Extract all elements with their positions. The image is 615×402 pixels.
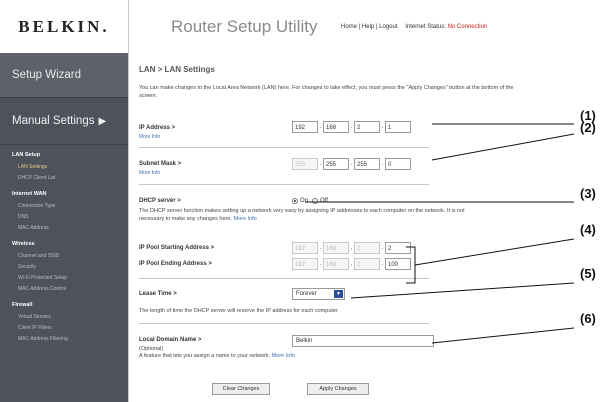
router-ui: BELKIN. Router Setup Utility Home | Help… [0,0,575,402]
apply-changes-button[interactable]: Apply Changes [307,383,369,395]
help-link[interactable]: Help [362,24,374,30]
logout-link[interactable]: Logout [379,24,397,30]
divider [139,147,429,148]
sidebar-section-wan[interactable]: Internet WAN [0,188,128,201]
pool-end-octet-3: 2 [354,258,380,270]
manual-settings-item[interactable]: Manual Settings ▶ [0,98,128,145]
divider [139,278,429,279]
dhcp-description: The DHCP server function makes setting u… [139,207,479,223]
logo-area: BELKIN. [0,0,128,53]
domain-more-info-link[interactable]: More Info [272,353,295,359]
sidebar-item-dhcp-client-list[interactable]: DHCP Client List [0,173,128,184]
sidebar: Setup Wizard Manual Settings ▶ LAN Setup… [0,53,128,402]
pool-start-octet-4[interactable]: 2 [385,242,411,254]
dhcp-off-radio[interactable] [312,198,319,204]
lease-time-value: Forever [296,291,317,297]
mask-more-info-link[interactable]: More Info [139,170,160,176]
clear-changes-button[interactable]: Clear Changes [212,383,270,395]
pool-end-field: 192. 168. 2. 100 [292,258,411,270]
intro-text: You can make changes to the Local Area N… [139,85,514,99]
dhcp-more-info-link[interactable]: More Info [233,216,256,222]
pool-end-octet-4[interactable]: 100 [385,258,411,270]
app-title: Router Setup Utility [171,17,318,36]
pool-end-octet-2: 168 [323,258,349,270]
sidebar-item-wps[interactable]: Wi-Fi Protected Setup [0,273,128,284]
chevron-down-icon: ▼ [334,290,343,298]
sidebar-item-security[interactable]: Security [0,262,128,273]
lease-time-label: Lease Time > [139,291,177,297]
subnet-mask-label: Subnet Mask > [139,161,182,167]
dhcp-on-label: On [300,198,309,204]
sidebar-item-connection-type[interactable]: Connection Type [0,201,128,212]
arrow-right-icon: ▶ [98,115,107,127]
callout-4: (4) [580,222,596,237]
pool-start-label: IP Pool Starting Address > [139,245,215,251]
sidebar-item-mac-filtering[interactable]: MAC Address Filtering [0,334,128,345]
sidebar-item-dns[interactable]: DNS [0,212,128,223]
dhcp-server-label: DHCP server > [139,198,181,204]
dhcp-description-text: The DHCP server function makes setting u… [139,208,465,222]
home-link[interactable]: Home [341,24,357,30]
sidebar-section-lan[interactable]: LAN Setup [0,149,128,162]
pool-start-octet-1: 192 [292,242,318,254]
sidebar-item-virtual-servers[interactable]: Virtual Servers [0,312,128,323]
mask-octet-4[interactable]: 0 [385,158,411,170]
lease-time-select[interactable]: Forever ▼ [292,288,345,300]
mask-octet-3[interactable]: 255 [354,158,380,170]
callout-6: (6) [580,311,596,326]
sidebar-item-lan-settings[interactable]: LAN Settings [0,162,128,173]
internet-status-value: No Connection [447,24,488,30]
sidebar-item-mac-address[interactable]: MAC Address [0,223,128,234]
pool-end-label: IP Pool Ending Address > [139,261,212,267]
dhcp-off-label: Off [320,198,328,204]
sidebar-section-wireless[interactable]: Wireless [0,238,128,251]
domain-name-input[interactable]: Belkin [292,335,434,347]
top-links: Home | Help | Logout Internet Status: No… [341,24,488,30]
mask-octet-1: 255 [292,158,318,170]
divider [139,323,429,324]
sidebar-section-firewall[interactable]: Firewall [0,299,128,312]
sidebar-item-client-ip-filters[interactable]: Client IP Filters [0,323,128,334]
lease-description: The length of time the DHCP server will … [139,308,338,314]
callout-3: (3) [580,186,596,201]
ip-more-info-link[interactable]: More Info [139,134,160,140]
pool-end-octet-1: 192 [292,258,318,270]
ip-address-field: 192. 168. 2. 1 [292,121,411,133]
pool-start-field: 192. 168. 2. 2 [292,242,411,254]
ip-octet-2[interactable]: 168 [323,121,349,133]
dhcp-on-radio[interactable] [292,198,298,204]
pool-start-octet-2: 168 [323,242,349,254]
header: Router Setup Utility Home | Help | Logou… [128,0,575,53]
main-content: LAN > LAN Settings You can make changes … [128,53,575,402]
pool-start-octet-3: 2 [354,242,380,254]
mask-octet-2[interactable]: 255 [323,158,349,170]
dhcp-radio-group: On Off [292,198,328,204]
setup-wizard-item[interactable]: Setup Wizard [0,53,128,98]
sidebar-item-channel-ssid[interactable]: Channel and SSID [0,251,128,262]
ip-octet-1[interactable]: 192 [292,121,318,133]
page-title: LAN > LAN Settings [139,65,215,74]
belkin-logo: BELKIN. [18,16,110,36]
domain-description: A feature that lets you assign a name to… [139,352,499,360]
domain-name-label: Local Domain Name > [139,337,202,343]
domain-description-text: A feature that lets you assign a name to… [139,353,271,359]
sidebar-item-mac-control[interactable]: MAC Address Control [0,284,128,295]
callout-5: (5) [580,266,596,281]
ip-address-label: IP Address > [139,125,176,131]
callout-2: (2) [580,120,596,135]
ip-octet-3[interactable]: 2 [354,121,380,133]
subnet-mask-field: 255. 255. 255. 0 [292,158,411,170]
manual-settings-label: Manual Settings [12,115,95,127]
internet-status-label: Internet Status: [405,24,446,30]
ip-octet-4[interactable]: 1 [385,121,411,133]
divider [139,184,429,185]
